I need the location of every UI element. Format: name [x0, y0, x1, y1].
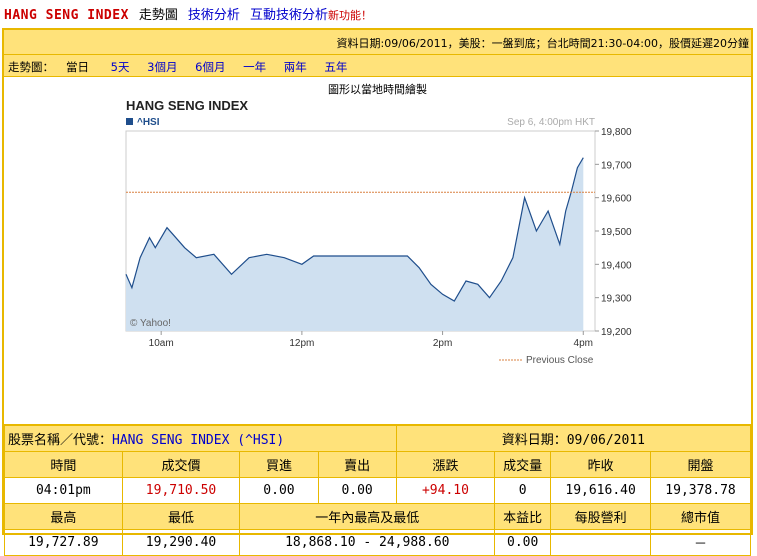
nav-current-chart: 走勢圖 — [138, 8, 178, 23]
range-link-1y[interactable]: 一年 — [243, 60, 266, 74]
hdr-eps: 每股營利 — [550, 503, 652, 530]
series-swatch — [126, 118, 133, 125]
range-link-2y[interactable]: 兩年 — [284, 60, 307, 74]
chart-timestamp: Sep 6, 4:00pm HKT — [507, 117, 595, 128]
val-open: 19,378.78 — [650, 477, 751, 504]
new-feature-badge: 新功能！ — [327, 9, 372, 22]
series-label: ^HSI — [137, 117, 160, 128]
hdr-market-cap: 總市值 — [650, 503, 751, 530]
val-change: +94.10 — [395, 477, 496, 504]
range-link-3m[interactable]: 3個月 — [147, 60, 177, 74]
range-label: 走勢圖： 當日 — [8, 60, 89, 74]
index-title: HANG SENG INDEX — [4, 8, 129, 23]
x-tick-label: 12pm — [289, 338, 314, 349]
yahoo-watermark: © Yahoo! — [130, 318, 171, 329]
x-axis-ticks: 10am 12pm 2pm 4pm — [149, 331, 593, 349]
val-bid: 0.00 — [239, 477, 319, 504]
chart-area: 圖形以當地時間繪製 HANG SENG INDEX ^HSI Sep 6, 4:… — [4, 77, 751, 425]
y-tick-label: 19,800 — [601, 127, 632, 138]
hdr-prev-close: 昨收 — [550, 451, 652, 478]
hdr-volume: 成交量 — [494, 451, 552, 478]
range-link-6m[interactable]: 6個月 — [195, 60, 225, 74]
hdr-high: 最高 — [4, 503, 123, 530]
hdr-open: 開盤 — [650, 451, 751, 478]
val-market-cap: － — [650, 529, 751, 556]
val-pe: 0.00 — [494, 529, 552, 556]
y-axis-ticks: 19,800 19,700 19,600 19,500 19,400 19,300 19,2… — [595, 127, 632, 338]
val-high: 19,727.89 — [4, 529, 123, 556]
y-tick-label: 19,200 — [601, 327, 632, 338]
y-tick-label: 19,600 — [601, 194, 632, 205]
quote-table: 股票名稱／代號：HANG SENG INDEX (^HSI) 資料日期：09/0… — [4, 425, 752, 556]
legend-previous-close: Previous Close — [526, 355, 594, 366]
x-tick-label: 2pm — [433, 338, 452, 349]
y-tick-label: 19,500 — [601, 227, 632, 238]
y-tick-label: 19,300 — [601, 294, 632, 305]
chart-title: HANG SENG INDEX — [126, 98, 248, 113]
nav-link-interactive-technical[interactable]: 互動技術分析 — [250, 4, 328, 23]
hdr-time: 時間 — [4, 451, 123, 478]
range-bar: 走勢圖： 當日 5天 3個月 6個月 一年 兩年 五年 — [4, 55, 751, 77]
val-volume: 0 — [494, 477, 552, 504]
stock-name-cell: 股票名稱／代號：HANG SENG INDEX (^HSI) — [4, 425, 397, 452]
stock-name-value[interactable]: HANG SENG INDEX (^HSI) — [112, 433, 284, 448]
hdr-low: 最低 — [121, 503, 241, 530]
y-tick-label: 19,700 — [601, 160, 632, 171]
range-link-5d[interactable]: 5天 — [111, 60, 130, 74]
hdr-pe: 本益比 — [494, 503, 552, 530]
top-nav: HANG SENG INDEX 走勢圖 技術分析 互動技術分析 新功能！ — [4, 4, 372, 26]
val-price: 19,710.50 — [121, 477, 241, 504]
nav-link-technical-analysis[interactable]: 技術分析 — [188, 4, 240, 23]
val-low: 19,290.40 — [121, 529, 241, 556]
quote-date-cell: 資料日期：09/06/2011 — [395, 425, 752, 452]
hdr-price: 成交價 — [121, 451, 241, 478]
range-link-5y[interactable]: 五年 — [324, 60, 347, 74]
info-bar: 資料日期:09/06/2011，美股：一盤到底；台北時間21:30-04:00，… — [4, 30, 751, 55]
x-tick-label: 4pm — [574, 338, 593, 349]
val-time: 04:01pm — [4, 477, 123, 504]
hdr-bid: 買進 — [239, 451, 319, 478]
val-52wk-range: 18,868.10 - 24,988.60 — [239, 529, 496, 556]
hdr-ask: 賣出 — [317, 451, 397, 478]
val-eps — [550, 529, 652, 556]
val-prev-close: 19,616.40 — [550, 477, 652, 504]
intraday-chart: HANG SENG INDEX ^HSI Sep 6, 4:00pm HKT 1… — [125, 98, 632, 366]
x-tick-label: 10am — [149, 338, 174, 349]
val-ask: 0.00 — [317, 477, 397, 504]
hdr-change: 漲跌 — [395, 451, 496, 478]
hdr-52wk-range: 一年內最高及最低 — [239, 503, 496, 530]
y-tick-label: 19,400 — [601, 260, 632, 271]
quote-panel: 資料日期:09/06/2011，美股：一盤到底；台北時間21:30-04:00，… — [2, 28, 753, 556]
